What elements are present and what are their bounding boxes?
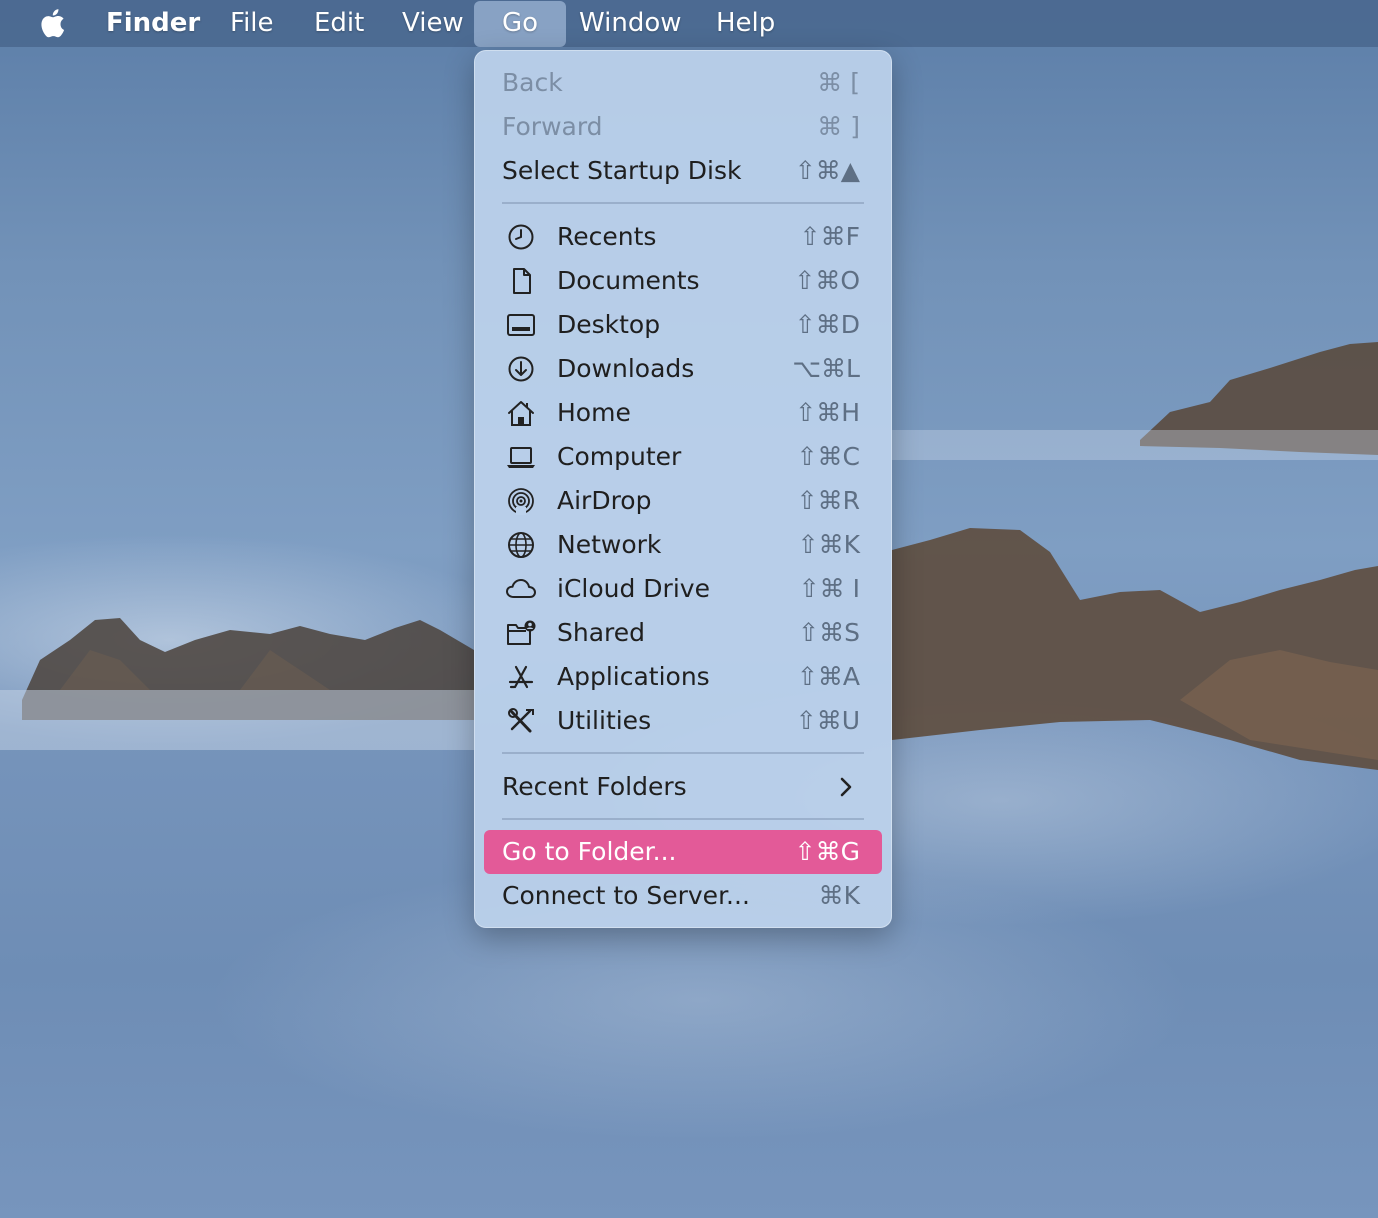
menu-item-shortcut: ⇧⌘A xyxy=(796,662,860,691)
menu-item-shortcut: ⇧⌘U xyxy=(795,706,860,735)
chevron-right-icon xyxy=(840,777,852,797)
menu-item-label: Go to Folder... xyxy=(502,837,677,866)
menu-item-forward[interactable]: Forward ⌘ ] xyxy=(484,105,882,149)
menu-item-home[interactable]: Home ⇧⌘H xyxy=(484,391,882,435)
menu-item-desktop[interactable]: Desktop ⇧⌘D xyxy=(484,303,882,347)
menu-item-label: Documents xyxy=(557,266,700,295)
menu-item-recents[interactable]: Recents ⇧⌘F xyxy=(484,215,882,259)
menu-item-shortcut: ⇧⌘R xyxy=(796,486,860,515)
menu-item-shortcut: ⇧⌘F xyxy=(799,222,860,251)
menu-item-downloads[interactable]: Downloads ⌥⌘L xyxy=(484,347,882,391)
menu-separator xyxy=(502,818,864,820)
menu-item-label: AirDrop xyxy=(557,486,652,515)
menu-item-label: Select Startup Disk xyxy=(502,156,742,185)
menu-item-label: Utilities xyxy=(557,706,652,735)
apple-logo-icon[interactable] xyxy=(38,6,70,40)
menu-item-connect-to-server[interactable]: Connect to Server... ⌘K xyxy=(484,874,882,918)
menubar-file[interactable]: File xyxy=(230,0,274,47)
menu-item-label: Back xyxy=(502,68,563,97)
menu-item-back[interactable]: Back ⌘ [ xyxy=(484,61,882,105)
menu-item-applications[interactable]: Applications ⇧⌘A xyxy=(484,655,882,699)
menu-item-label: Desktop xyxy=(557,310,661,339)
menu-item-shortcut: ⇧⌘C xyxy=(796,442,860,471)
menu-separator xyxy=(502,752,864,754)
globe-icon xyxy=(506,531,536,559)
download-icon xyxy=(506,355,536,383)
menu-item-select-startup-disk[interactable]: Select Startup Disk ⇧⌘▲ xyxy=(484,149,882,193)
clock-icon xyxy=(506,223,536,251)
menubar-app-name[interactable]: Finder xyxy=(106,0,200,47)
applications-icon xyxy=(506,663,536,691)
menu-item-label: Recent Folders xyxy=(502,772,687,801)
menubar-help[interactable]: Help xyxy=(716,0,775,47)
menu-item-label: Network xyxy=(557,530,662,559)
menu-bar: Finder File Edit View Go Window Help xyxy=(0,0,1378,47)
go-menu: Back ⌘ [ Forward ⌘ ] Select Startup Disk… xyxy=(474,50,892,928)
menu-item-recent-folders[interactable]: Recent Folders xyxy=(484,765,882,809)
menu-item-shortcut: ⌘ ] xyxy=(817,112,860,141)
menu-item-shortcut: ⌘ [ xyxy=(817,68,860,97)
menu-item-shared[interactable]: Shared ⇧⌘S xyxy=(484,611,882,655)
menu-item-shortcut: ⇧⌘D xyxy=(794,310,860,339)
menubar-view[interactable]: View xyxy=(402,0,464,47)
menu-item-shortcut: ⇧⌘▲ xyxy=(794,156,860,185)
menu-item-label: Recents xyxy=(557,222,657,251)
menu-separator xyxy=(502,202,864,204)
menu-item-icloud-drive[interactable]: iCloud Drive ⇧⌘ I xyxy=(484,567,882,611)
shared-folder-icon xyxy=(506,619,536,647)
utilities-icon xyxy=(506,707,536,735)
menubar-edit[interactable]: Edit xyxy=(314,0,364,47)
menu-item-go-to-folder[interactable]: Go to Folder... ⇧⌘G xyxy=(484,830,882,874)
menu-item-label: Applications xyxy=(557,662,710,691)
menu-item-network[interactable]: Network ⇧⌘K xyxy=(484,523,882,567)
menu-item-shortcut: ⇧⌘H xyxy=(795,398,860,427)
cloud-icon xyxy=(506,575,536,603)
menu-item-label: iCloud Drive xyxy=(557,574,710,603)
menubar-window[interactable]: Window xyxy=(579,0,682,47)
menu-item-airdrop[interactable]: AirDrop ⇧⌘R xyxy=(484,479,882,523)
menu-item-shortcut: ⇧⌘S xyxy=(798,618,860,647)
menu-item-label: Downloads xyxy=(557,354,695,383)
menu-item-computer[interactable]: Computer ⇧⌘C xyxy=(484,435,882,479)
home-icon xyxy=(506,399,536,427)
menu-item-label: Connect to Server... xyxy=(502,881,750,910)
menubar-go[interactable]: Go xyxy=(474,1,566,47)
laptop-icon xyxy=(506,443,536,471)
document-icon xyxy=(506,267,536,295)
menu-item-label: Home xyxy=(557,398,631,427)
menu-item-shortcut: ⇧⌘K xyxy=(797,530,860,559)
menu-item-utilities[interactable]: Utilities ⇧⌘U xyxy=(484,699,882,743)
desktop-icon xyxy=(506,311,536,339)
menu-item-shortcut: ⌥⌘L xyxy=(792,354,860,383)
menu-item-shortcut: ⌘K xyxy=(818,881,860,910)
menu-item-label: Forward xyxy=(502,112,603,141)
menu-item-shortcut: ⇧⌘G xyxy=(794,837,860,866)
menu-item-shortcut: ⇧⌘O xyxy=(794,266,860,295)
menu-item-label: Shared xyxy=(557,618,646,647)
menu-item-documents[interactable]: Documents ⇧⌘O xyxy=(484,259,882,303)
menu-item-label: Computer xyxy=(557,442,682,471)
menu-item-shortcut: ⇧⌘ I xyxy=(798,574,860,603)
airdrop-icon xyxy=(506,487,536,515)
